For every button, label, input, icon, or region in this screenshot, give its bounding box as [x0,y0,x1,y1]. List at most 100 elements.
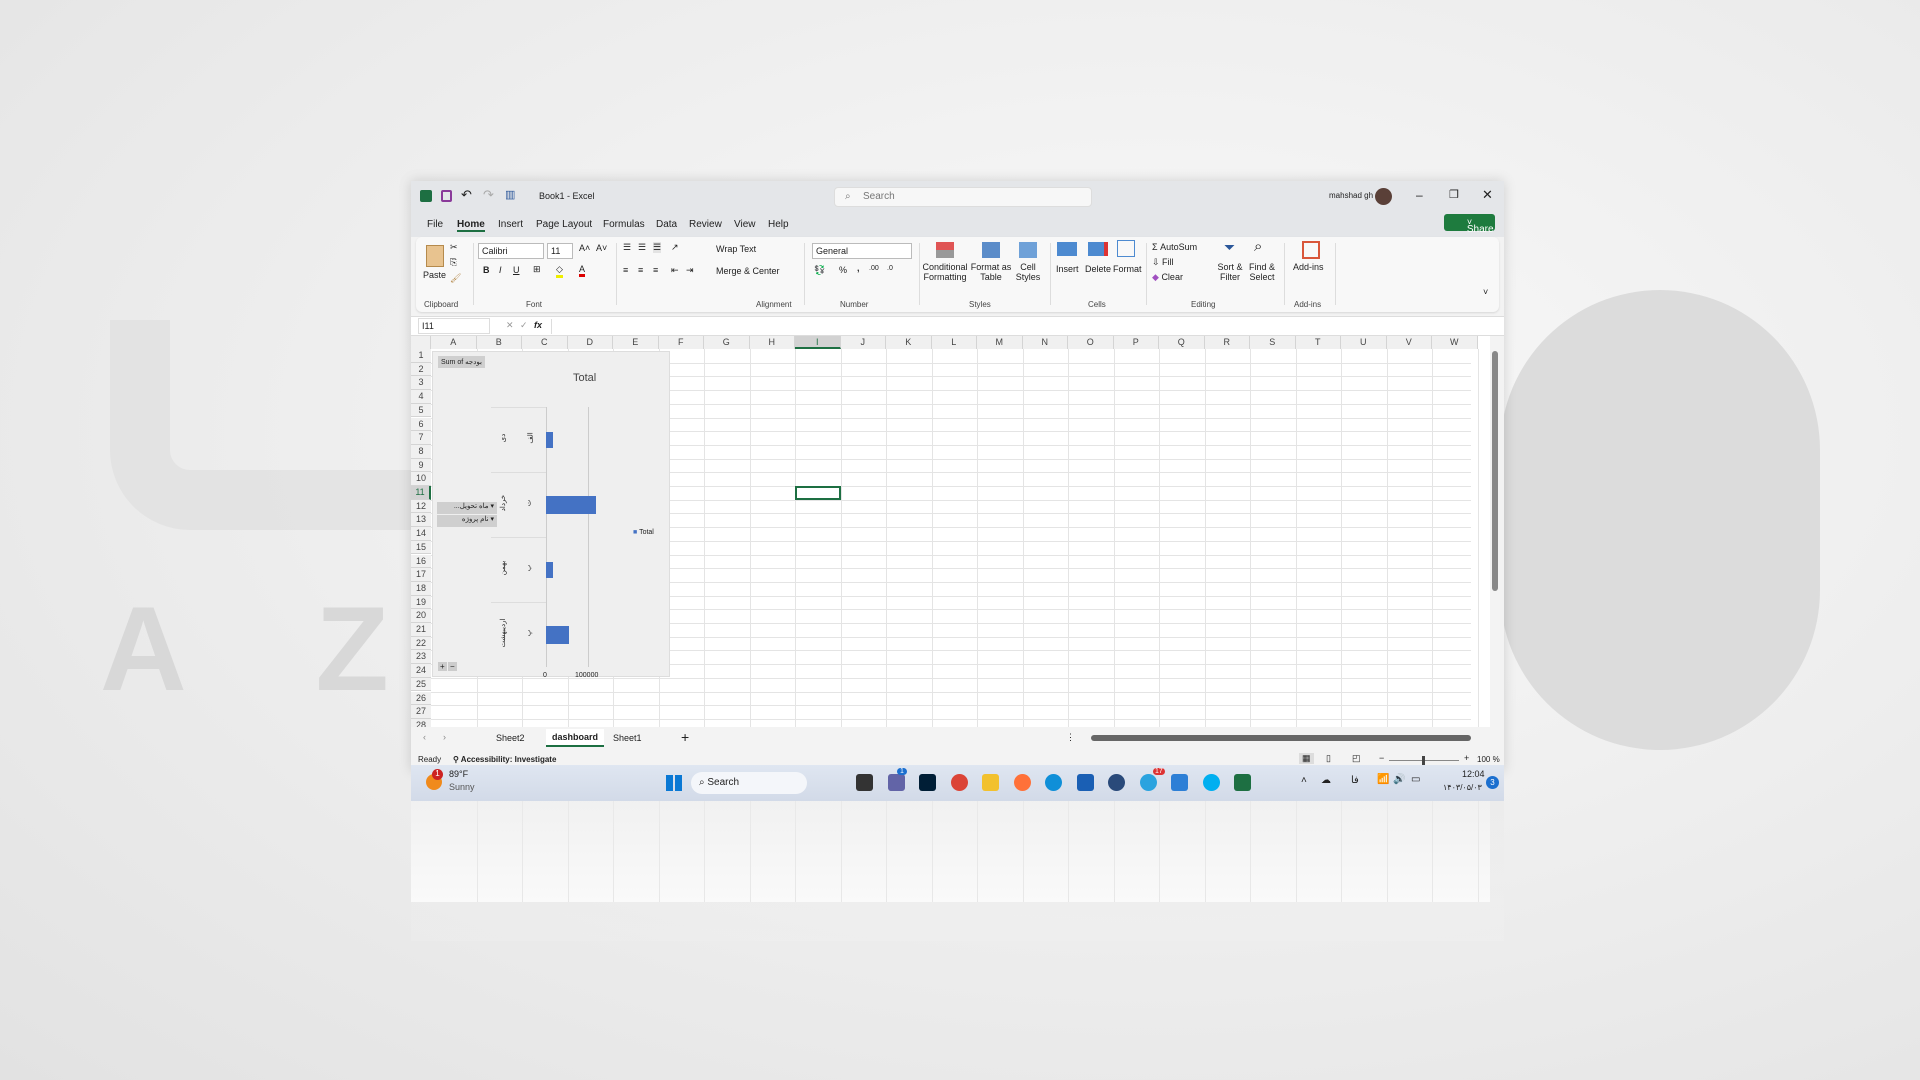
taskbar-search[interactable]: ⌕ Search [691,772,807,794]
value-field-button[interactable]: Sum of بودجه [438,356,485,368]
column-header[interactable]: D [567,336,613,349]
row-header[interactable]: 10 [411,472,431,486]
paste-button[interactable]: Paste [423,270,446,280]
row-header[interactable]: 1 [411,349,431,363]
row-header[interactable]: 8 [411,444,431,459]
cancel-icon[interactable]: ✕ [506,320,514,331]
zoom-level[interactable]: 100 % [1477,755,1500,764]
cut-icon[interactable]: ✂ [450,242,458,253]
comma-button[interactable]: , [857,263,860,273]
row-header[interactable]: 3 [411,376,431,391]
column-header[interactable]: M [977,336,1023,349]
save-icon[interactable] [441,190,452,202]
row-header[interactable]: 7 [411,431,431,445]
restore-button[interactable]: ❐ [1449,188,1459,201]
row-header[interactable]: 15 [411,540,431,555]
align-bottom-icon[interactable]: ☰ [653,242,662,253]
chart-bar[interactable] [546,561,553,578]
fill-button[interactable]: ⇩ Fill [1152,257,1174,268]
filter-button[interactable]: ▾ ماه تحویل... [437,502,497,514]
share-button[interactable]: Share ˅ [1444,214,1495,235]
cell-styles-button[interactable]: Cell Styles [1013,262,1043,282]
row-header[interactable]: 19 [411,595,431,610]
windows-start-icon[interactable] [666,775,682,791]
horizontal-scrollbar[interactable] [1091,735,1471,741]
language-indicator[interactable]: فا [1351,775,1359,786]
tab-data[interactable]: Data [656,219,677,230]
orientation-icon[interactable]: ↗ [671,242,679,253]
column-header[interactable]: E [613,336,659,349]
wifi-icon[interactable]: 📶 [1377,774,1389,785]
teams-icon[interactable] [887,774,905,791]
column-header[interactable]: G [704,336,750,349]
column-header[interactable]: U [1341,336,1387,349]
decrease-decimal-icon[interactable]: .0 [887,265,893,272]
clear-button[interactable]: ◆ Clear [1152,272,1183,283]
collapse-button[interactable]: − [448,662,457,671]
increase-font-icon[interactable]: A˄ [579,243,590,253]
column-header[interactable]: Q [1159,336,1205,349]
increase-decimal-icon[interactable]: .00 [869,265,879,272]
enter-icon[interactable]: ✓ [520,320,528,331]
format-as-table-button[interactable]: Format as Table [970,262,1012,282]
tab-file[interactable]: File [427,219,443,230]
tab-insert[interactable]: Insert [498,219,523,230]
column-header[interactable]: C [522,336,568,349]
column-header[interactable]: L [931,336,977,349]
align-center-icon[interactable]: ≡ [638,265,643,275]
store-icon[interactable] [1076,774,1094,791]
fill-color-icon[interactable]: ◇ [556,264,563,278]
formula-input[interactable] [551,319,1491,334]
underline-button[interactable]: U [513,265,520,275]
close-button[interactable]: ✕ [1482,187,1493,203]
row-header[interactable]: 24 [411,664,431,678]
pivot-chart[interactable]: Sum of بودجه Total ▾ ماه تحویل... ▾ نام … [432,351,670,679]
column-header[interactable]: H [749,336,795,349]
sheet-tab-sheet2[interactable]: Sheet2 [496,733,525,743]
column-header[interactable]: A [431,336,477,349]
battery-icon[interactable]: ▭ [1411,774,1420,785]
chart-bar[interactable] [546,431,554,448]
row-header[interactable]: 2 [411,362,431,377]
row-header[interactable]: 14 [411,527,431,541]
name-box[interactable]: I11 [418,318,490,334]
align-left-icon[interactable]: ≡ [623,265,628,275]
sheet-tab-dashboard[interactable]: dashboard [546,729,605,747]
excel-icon[interactable] [1234,774,1251,791]
format-cells-button[interactable]: Format [1113,264,1142,274]
row-header[interactable]: 26 [411,691,431,706]
indent-icon[interactable]: ⇤ [671,265,679,276]
row-header[interactable]: 4 [411,390,431,404]
search-box[interactable]: ⌕ Search [834,187,1092,207]
select-all-corner[interactable] [411,336,431,349]
column-header[interactable]: N [1022,336,1068,349]
tab-help[interactable]: Help [768,219,789,230]
undo-icon[interactable]: ↶ [461,187,472,203]
chart-bar[interactable] [546,495,597,514]
expand-button[interactable]: + [438,662,447,671]
column-header[interactable]: T [1295,336,1341,349]
italic-button[interactable]: I [499,265,502,275]
font-color-icon[interactable]: A [579,264,586,277]
chart-icon[interactable]: ▥ [505,188,515,201]
tab-view[interactable]: View [734,219,756,230]
firefox-icon[interactable] [1013,774,1031,791]
autosum-button[interactable]: Σ AutoSum [1152,242,1197,252]
zoom-in-button[interactable]: + [1464,753,1469,763]
page-break-view-icon[interactable]: ◰ [1352,753,1361,764]
tab-formulas[interactable]: Formulas [603,219,645,230]
photoshop-icon[interactable] [919,774,936,791]
v-app-icon[interactable] [1108,774,1125,791]
column-header[interactable]: F [658,336,704,349]
clock-date[interactable]: ۱۴۰۳/۰۵/۰۳ [1443,783,1482,792]
format-painter-icon[interactable]: 🖌 [450,273,461,284]
volume-icon[interactable]: 🔊 [1393,774,1405,785]
row-header[interactable]: 20 [411,609,431,623]
delete-cells-button[interactable]: Delete [1085,264,1111,274]
clock-time[interactable]: 12:04 [1462,769,1485,779]
conditional-formatting-button[interactable]: Conditional Formatting [922,262,968,282]
borders-icon[interactable]: ⊞ [533,264,541,275]
row-header[interactable]: 12 [411,499,431,514]
row-header[interactable]: 27 [411,705,431,719]
zoom-out-button[interactable]: − [1379,753,1384,763]
